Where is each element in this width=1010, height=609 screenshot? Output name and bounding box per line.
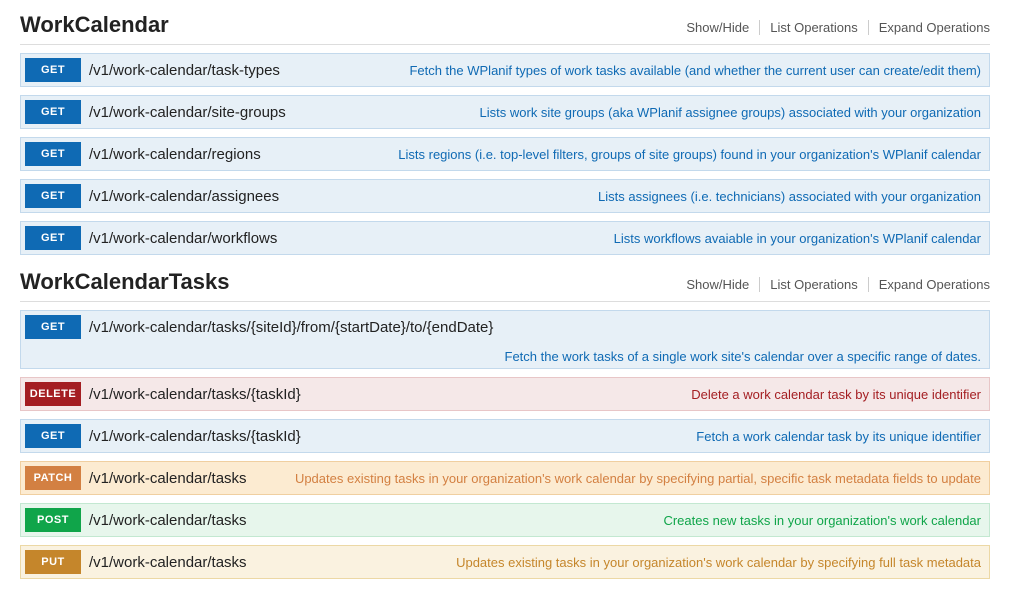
http-method-badge[interactable]: GET xyxy=(25,424,81,448)
operation-description[interactable]: Delete a work calendar task by its uniqu… xyxy=(691,387,981,402)
operation-row[interactable]: PATCH/v1/work-calendar/tasks Updates exis… xyxy=(20,461,990,495)
operation-row[interactable]: GET/v1/work-calendar/tasks/{siteId}/from… xyxy=(20,310,990,369)
section-header: WorkCalendarTasks Show/HideList Operation… xyxy=(20,265,990,302)
http-method-badge[interactable]: GET xyxy=(25,58,81,82)
endpoint-path[interactable]: /v1/work-calendar/regions xyxy=(89,146,261,163)
endpoint-path[interactable]: /v1/work-calendar/workflows xyxy=(89,230,277,247)
operation-row[interactable]: GET/v1/work-calendar/tasks/{taskId} Fetch… xyxy=(20,419,990,453)
operation-row[interactable]: GET/v1/work-calendar/regions Lists region… xyxy=(20,137,990,171)
operation-row[interactable]: PUT/v1/work-calendar/tasks Updates existi… xyxy=(20,545,990,579)
operation-description[interactable]: Fetch a work calendar task by its unique… xyxy=(696,429,981,444)
section-actions: Show/HideList OperationsExpand Operation… xyxy=(676,20,990,35)
http-method-badge[interactable]: GET xyxy=(25,315,81,339)
http-method-badge[interactable]: GET xyxy=(25,226,81,250)
endpoint-path[interactable]: /v1/work-calendar/task-types xyxy=(89,62,280,79)
operation-row[interactable]: GET/v1/work-calendar/task-types Fetch the… xyxy=(20,53,990,87)
operation-description[interactable]: Creates new tasks in your organization's… xyxy=(663,513,981,528)
endpoint-path[interactable]: /v1/work-calendar/tasks/{siteId}/from/{s… xyxy=(89,319,493,336)
api-section: WorkCalendar Show/HideList OperationsExpa… xyxy=(20,8,990,255)
section-actions: Show/HideList OperationsExpand Operation… xyxy=(676,277,990,292)
operation-description[interactable]: Lists work site groups (aka WPlanif assi… xyxy=(480,105,981,120)
http-method-badge[interactable]: GET xyxy=(25,100,81,124)
operation-description[interactable]: Lists workflows avaiable in your organiz… xyxy=(614,231,981,246)
list-operations-link[interactable]: List Operations xyxy=(760,20,868,35)
operation-row[interactable]: GET/v1/work-calendar/workflows Lists work… xyxy=(20,221,990,255)
http-method-badge[interactable]: DELETE xyxy=(25,382,81,406)
endpoint-path[interactable]: /v1/work-calendar/site-groups xyxy=(89,104,286,121)
operation-description[interactable]: Lists regions (i.e. top-level filters, g… xyxy=(398,147,981,162)
endpoint-path[interactable]: /v1/work-calendar/tasks xyxy=(89,470,247,487)
endpoint-path[interactable]: /v1/work-calendar/tasks/{taskId} xyxy=(89,386,301,403)
endpoint-path[interactable]: /v1/work-calendar/tasks/{taskId} xyxy=(89,428,301,445)
operation-row[interactable]: POST/v1/work-calendar/tasks Creates new t… xyxy=(20,503,990,537)
expand-operations-link[interactable]: Expand Operations xyxy=(869,20,990,35)
operation-description[interactable]: Updates existing tasks in your organizat… xyxy=(295,471,981,486)
http-method-badge[interactable]: GET xyxy=(25,184,81,208)
show-hide-link[interactable]: Show/Hide xyxy=(676,277,760,292)
section-header: WorkCalendar Show/HideList OperationsExpa… xyxy=(20,8,990,45)
http-method-badge[interactable]: POST xyxy=(25,508,81,532)
section-title[interactable]: WorkCalendarTasks xyxy=(20,269,230,295)
api-section: WorkCalendarTasks Show/HideList Operation… xyxy=(20,265,990,579)
operation-description[interactable]: Lists assignees (i.e. technicians) assoc… xyxy=(598,189,981,204)
http-method-badge[interactable]: PATCH xyxy=(25,466,81,490)
section-title[interactable]: WorkCalendar xyxy=(20,12,169,38)
show-hide-link[interactable]: Show/Hide xyxy=(676,20,760,35)
endpoint-path[interactable]: /v1/work-calendar/tasks xyxy=(89,554,247,571)
operation-row[interactable]: GET/v1/work-calendar/assignees Lists assi… xyxy=(20,179,990,213)
operation-description[interactable]: Updates existing tasks in your organizat… xyxy=(456,555,981,570)
operation-description[interactable]: Fetch the work tasks of a single work si… xyxy=(25,347,981,364)
endpoint-path[interactable]: /v1/work-calendar/assignees xyxy=(89,188,279,205)
operations-list: GET/v1/work-calendar/tasks/{siteId}/from… xyxy=(20,310,990,579)
operation-row[interactable]: DELETE/v1/work-calendar/tasks/{taskId} De… xyxy=(20,377,990,411)
operation-description[interactable]: Fetch the WPlanif types of work tasks av… xyxy=(409,63,981,78)
expand-operations-link[interactable]: Expand Operations xyxy=(869,277,990,292)
operation-row[interactable]: GET/v1/work-calendar/site-groups Lists wo… xyxy=(20,95,990,129)
list-operations-link[interactable]: List Operations xyxy=(760,277,868,292)
endpoint-path[interactable]: /v1/work-calendar/tasks xyxy=(89,512,247,529)
http-method-badge[interactable]: PUT xyxy=(25,550,81,574)
operations-list: GET/v1/work-calendar/task-types Fetch the… xyxy=(20,53,990,255)
http-method-badge[interactable]: GET xyxy=(25,142,81,166)
